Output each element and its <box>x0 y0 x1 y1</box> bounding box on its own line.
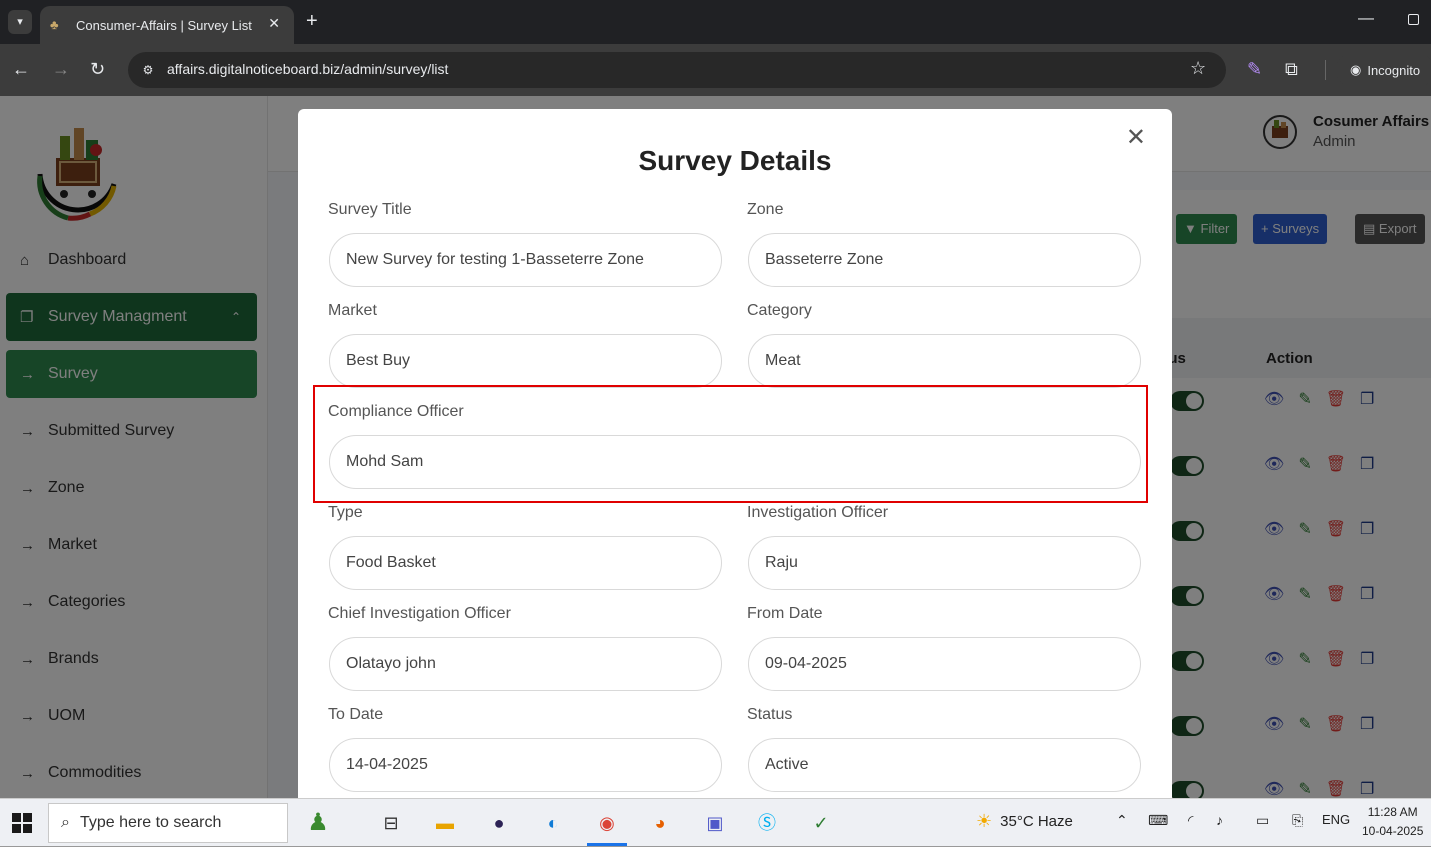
market-field[interactable]: Best Buy <box>329 334 722 388</box>
chief-investigation-officer-label: Chief Investigation Officer <box>328 605 511 622</box>
browser-tabstrip: ▾ ♣ Consumer-Affairs | Survey List ✕ + — <box>0 0 1431 44</box>
investigation-officer-label: Investigation Officer <box>747 504 889 521</box>
status-field[interactable]: Active <box>748 738 1141 792</box>
screen-bottom-edge <box>0 846 1431 855</box>
clock-time: 11:28 AM <box>1367 805 1418 819</box>
windows-start-button[interactable] <box>12 813 32 833</box>
status-label: Status <box>747 706 793 723</box>
minimize-window-button[interactable]: — <box>1358 10 1374 28</box>
survey-title-field[interactable]: New Survey for testing 1-Basseterre Zone <box>329 233 722 287</box>
zone-label: Zone <box>747 201 784 218</box>
tab-title: Consumer-Affairs | Survey List <box>76 17 252 33</box>
weather-widget[interactable]: ☀ 35°C Haze <box>976 811 1073 832</box>
volume-icon[interactable]: ♪ <box>1216 812 1223 828</box>
search-icon: ⌕ <box>61 814 70 831</box>
address-bar[interactable]: ⚙ affairs.digitalnoticeboard.biz/admin/s… <box>128 52 1226 88</box>
chrome-browser-icon[interactable]: ◉ <box>592 808 622 838</box>
news-widget-icon[interactable]: ♟ <box>303 808 333 838</box>
extensions-puzzle-icon[interactable]: ⧉ <box>1285 57 1298 81</box>
task-view-icon[interactable]: ⊟ <box>376 808 406 838</box>
tab-search-button[interactable]: ▾ <box>8 10 32 34</box>
language-indicator[interactable]: ENG <box>1322 812 1350 827</box>
new-tab-button[interactable]: + <box>306 10 318 32</box>
from-date-label: From Date <box>747 605 823 622</box>
bookmark-star-icon[interactable]: ☆ <box>1190 58 1206 79</box>
firefox-browser-icon[interactable]: ◕ <box>645 808 675 838</box>
zone-field[interactable]: Basseterre Zone <box>748 233 1141 287</box>
highlight-box <box>313 385 1148 503</box>
type-field[interactable]: Food Basket <box>329 536 722 590</box>
weather-haze-icon: ☀ <box>976 811 993 831</box>
system-clock[interactable]: 11:28 AM 10-04-2025 <box>1362 803 1423 841</box>
notepad-app-icon[interactable]: ✓ <box>806 808 836 838</box>
incognito-icon: ◉ <box>1350 62 1362 77</box>
category-label: Category <box>747 302 812 319</box>
from-date-field[interactable]: 09-04-2025 <box>748 637 1141 691</box>
browser-toolbar: ← → ↻ ⚙ affairs.digitalnoticeboard.biz/a… <box>0 44 1431 96</box>
browser-tab[interactable]: ♣ Consumer-Affairs | Survey List ✕ <box>40 6 294 44</box>
restore-window-button[interactable] <box>1408 14 1419 25</box>
back-button[interactable]: ← <box>12 57 30 81</box>
reload-button[interactable]: ↻ <box>90 57 105 81</box>
clock-date: 10-04-2025 <box>1362 824 1424 838</box>
to-date-field[interactable]: 14-04-2025 <box>329 738 722 792</box>
extension-pen-icon[interactable]: ✎ <box>1247 57 1262 81</box>
site-info-icon[interactable]: ⚙ <box>138 60 158 80</box>
market-label: Market <box>328 302 377 319</box>
site-favicon-icon: ♣ <box>50 17 59 32</box>
to-date-label: To Date <box>328 706 384 723</box>
incognito-label: Incognito <box>1367 62 1421 78</box>
taskbar-search-placeholder: Type here to search <box>79 814 222 831</box>
skype-app-icon[interactable]: Ⓢ <box>752 808 782 838</box>
wifi-icon[interactable]: ◜ <box>1188 812 1193 829</box>
file-explorer-icon[interactable]: ▬ <box>430 808 460 838</box>
toolbar-separator <box>1325 60 1326 80</box>
teams-app-icon[interactable]: ▣ <box>700 808 730 838</box>
close-tab-icon[interactable]: ✕ <box>268 15 280 32</box>
forward-button[interactable]: → <box>52 57 70 81</box>
investigation-officer-field[interactable]: Raju <box>748 536 1141 590</box>
windows-taskbar: ⌕ Type here to search ♟ ⊟ ▬ ● ◐ ◉ ◕ ▣ Ⓢ … <box>0 798 1431 846</box>
weather-text: 35°C Haze <box>1000 813 1073 830</box>
taskbar-search-box[interactable]: ⌕ Type here to search <box>48 803 288 843</box>
pen-icon[interactable]: ⎘ <box>1292 812 1303 829</box>
type-label: Type <box>328 504 363 521</box>
modal-title: Survey Details <box>638 145 832 176</box>
show-hidden-icons-chevron-icon[interactable]: ⌃ <box>1116 812 1128 829</box>
edge-browser-icon[interactable]: ◐ <box>538 808 568 838</box>
chief-investigation-officer-field[interactable]: Olatayo john <box>329 637 722 691</box>
eclipse-app-icon[interactable]: ● <box>484 808 514 838</box>
incognito-indicator[interactable]: ◉ Incognito <box>1336 52 1431 88</box>
category-field[interactable]: Meat <box>748 334 1141 388</box>
url-text: affairs.digitalnoticeboard.biz/admin/sur… <box>167 61 449 77</box>
touch-keyboard-icon[interactable]: ⌨ <box>1148 812 1168 829</box>
survey-details-modal: ✕ Survey Details Survey Title New Survey… <box>298 109 1172 798</box>
survey-title-label: Survey Title <box>328 201 412 218</box>
page: ⌂ Dashboard ❐ Survey Managment ⌃ → Surve… <box>0 96 1431 798</box>
battery-icon[interactable]: ▭ <box>1256 812 1269 829</box>
